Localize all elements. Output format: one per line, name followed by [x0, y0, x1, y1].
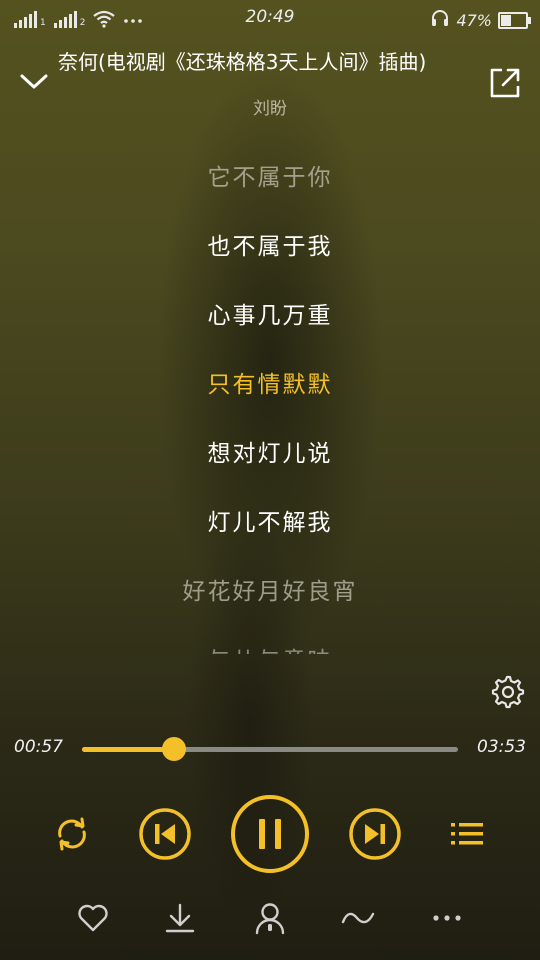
music-player-screen: 1 2 20:49 47% 奈何(电视剧《还珠格格3天上人间》插曲) 刘盼 它不…: [0, 0, 540, 960]
playlist-icon: [451, 823, 483, 845]
playlist-button[interactable]: [448, 816, 486, 852]
progress-slider[interactable]: [82, 737, 458, 761]
download-icon: [165, 903, 195, 933]
previous-button[interactable]: [138, 807, 192, 861]
song-title: 奈何(电视剧《还珠格格3天上人间》插曲): [58, 50, 427, 74]
lyric-line: 好花好月好良宵: [182, 579, 358, 605]
more-icon: [433, 915, 461, 921]
lyric-line: 与儿与意味: [0, 641, 540, 654]
time-elapsed: 00:57: [14, 737, 63, 757]
status-right: 47%: [430, 8, 531, 33]
repeat-mode-button[interactable]: [52, 814, 92, 854]
next-button[interactable]: [348, 807, 402, 861]
lyric-line: 它不属于你: [207, 165, 333, 191]
pause-icon: [231, 795, 309, 873]
effect-icon: [341, 912, 375, 924]
progress-fill: [82, 747, 175, 752]
gear-icon: [491, 675, 525, 709]
battery-percent: 47%: [456, 11, 492, 30]
next-icon: [349, 808, 401, 860]
more-button[interactable]: [429, 900, 465, 936]
lyrics-settings-button[interactable]: [491, 675, 525, 709]
progress-thumb[interactable]: [162, 737, 187, 761]
lyric-line: 灯儿不解我: [207, 510, 333, 536]
lyric-line: 心事几万重: [207, 303, 333, 329]
repeat-icon: [58, 817, 86, 851]
lyric-line-current: 只有情默默: [207, 372, 333, 398]
headset-icon: [430, 8, 450, 33]
artist-name[interactable]: 刘盼: [0, 94, 540, 119]
lyrics-panel[interactable]: 它不属于你 也不属于我 心事几万重 只有情默默 想对灯儿说 灯儿不解我 好花好月…: [0, 150, 540, 654]
singer-icon: [255, 903, 285, 935]
previous-icon: [139, 808, 191, 860]
favorite-button[interactable]: [75, 900, 111, 936]
play-pause-button[interactable]: [229, 793, 311, 875]
download-button[interactable]: [162, 900, 198, 936]
lyric-line: 想对灯儿说: [207, 441, 333, 467]
sound-effect-button[interactable]: [340, 900, 376, 936]
battery-fill: [501, 15, 512, 26]
battery-icon: [498, 12, 531, 29]
singer-button[interactable]: [252, 900, 288, 936]
lyric-line: 也不属于我: [207, 234, 333, 260]
heart-icon: [78, 904, 108, 932]
time-total: 03:53: [477, 737, 526, 757]
status-bar: 1 2 20:49 47%: [0, 0, 540, 36]
